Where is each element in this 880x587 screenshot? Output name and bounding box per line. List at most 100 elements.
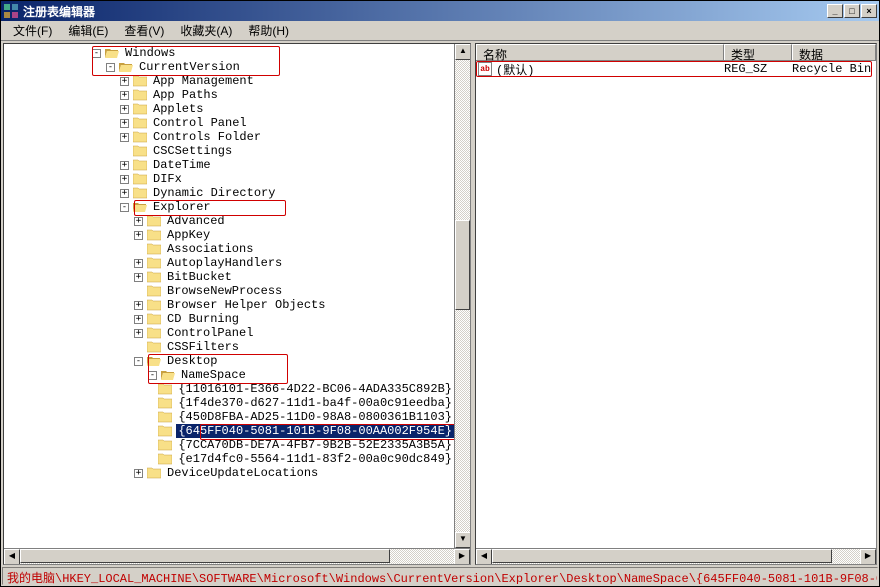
tree-item[interactable]: + CD Burning — [4, 312, 454, 326]
tree-label[interactable]: Controls Folder — [151, 130, 263, 144]
tree-label[interactable]: DeviceUpdateLocations — [165, 466, 320, 480]
tree-item[interactable]: + Dynamic Directory — [4, 186, 454, 200]
scroll-down-button[interactable]: ▼ — [455, 532, 470, 548]
tree-item[interactable]: {450D8FBA-AD25-11D0-98A8-0800361B1103} — [4, 410, 454, 424]
collapse-toggle[interactable]: - — [106, 63, 115, 72]
tree-label[interactable]: Browser Helper Objects — [165, 298, 327, 312]
tree-label[interactable]: DateTime — [151, 158, 213, 172]
tree-item[interactable]: + Control Panel — [4, 116, 454, 130]
expand-toggle[interactable]: + — [134, 329, 143, 338]
expand-toggle[interactable]: + — [134, 259, 143, 268]
scroll-right-button[interactable]: ▶ — [454, 549, 470, 565]
close-button[interactable]: × — [861, 4, 877, 18]
expand-toggle[interactable]: + — [120, 175, 129, 184]
tree-item[interactable]: {11016101-E366-4D22-BC06-4ADA335C892B} — [4, 382, 454, 396]
tree-label[interactable]: Applets — [151, 102, 205, 116]
tree-label[interactable]: Desktop — [165, 354, 219, 368]
expand-toggle[interactable]: + — [120, 161, 129, 170]
tree-label[interactable]: {1f4de370-d627-11d1-ba4f-00a0c91eedba} — [176, 396, 454, 410]
scroll-left-button[interactable]: ◀ — [4, 549, 20, 565]
tree-item[interactable]: +Applets — [4, 102, 454, 116]
tree-item[interactable]: - Desktop — [4, 354, 454, 368]
tree-scrollbar-v[interactable]: ▲ ▼ — [454, 44, 470, 548]
tree-label[interactable]: NameSpace — [179, 368, 248, 382]
scroll-left-button[interactable]: ◀ — [476, 549, 492, 565]
tree-scrollbar-h[interactable]: ◀ ▶ — [4, 548, 470, 564]
collapse-toggle[interactable]: - — [134, 357, 143, 366]
values-scrollbar-h[interactable]: ◀ ▶ — [476, 548, 876, 564]
menu-favorites[interactable]: 收藏夹(A) — [172, 20, 240, 41]
tree-label[interactable]: CSSFilters — [165, 340, 241, 354]
col-type[interactable]: 类型 — [724, 44, 792, 60]
tree-item[interactable]: {e17d4fc0-5564-11d1-83f2-00a0c90dc849} — [4, 452, 454, 466]
scroll-right-button[interactable]: ▶ — [860, 549, 876, 565]
col-data[interactable]: 数据 — [792, 44, 876, 60]
tree-label[interactable]: CurrentVersion — [137, 60, 242, 74]
tree-item[interactable]: + App Paths — [4, 88, 454, 102]
tree-item[interactable]: CSCSettings — [4, 144, 454, 158]
tree-label[interactable]: {e17d4fc0-5564-11d1-83f2-00a0c90dc849} — [176, 452, 454, 466]
tree-item[interactable]: + Controls Folder — [4, 130, 454, 144]
tree-label[interactable]: Advanced — [165, 214, 227, 228]
tree-scroll[interactable]: -Windows-CurrentVersion+App Management+A… — [4, 44, 454, 548]
scroll-thumb-v[interactable] — [455, 220, 470, 310]
expand-toggle[interactable]: + — [134, 231, 143, 240]
tree-item[interactable]: BrowseNewProcess — [4, 284, 454, 298]
tree-label[interactable]: Control Panel — [151, 116, 249, 130]
menu-view[interactable]: 查看(V) — [116, 20, 172, 41]
tree-label[interactable]: Dynamic Directory — [151, 186, 277, 200]
menu-help[interactable]: 帮助(H) — [240, 20, 297, 41]
tree-item[interactable]: {7CCA70DB-DE7A-4FB7-9B2B-52E2335A3B5A} — [4, 438, 454, 452]
collapse-toggle[interactable]: - — [120, 203, 129, 212]
tree-label[interactable]: App Paths — [151, 88, 220, 102]
tree-item[interactable]: + DateTime — [4, 158, 454, 172]
tree-item[interactable]: + DeviceUpdateLocations — [4, 466, 454, 480]
scroll-thumb-h[interactable] — [20, 549, 390, 563]
tree-label[interactable]: BrowseNewProcess — [165, 284, 284, 298]
tree-label[interactable]: {7CCA70DB-DE7A-4FB7-9B2B-52E2335A3B5A} — [176, 438, 454, 452]
tree-item[interactable]: CSSFilters — [4, 340, 454, 354]
expand-toggle[interactable]: + — [120, 77, 129, 86]
col-name[interactable]: 名称 — [476, 44, 724, 60]
expand-toggle[interactable]: + — [134, 315, 143, 324]
tree-item[interactable]: + App Management — [4, 74, 454, 88]
tree-item[interactable]: + DIFx — [4, 172, 454, 186]
tree-item[interactable]: + AutoplayHandlers — [4, 256, 454, 270]
collapse-toggle[interactable]: - — [92, 49, 101, 58]
tree-item[interactable]: - Explorer — [4, 200, 454, 214]
tree-label[interactable]: Explorer — [151, 200, 213, 214]
tree-label[interactable]: BitBucket — [165, 270, 234, 284]
collapse-toggle[interactable]: - — [148, 371, 157, 380]
tree-label[interactable]: AutoplayHandlers — [165, 256, 284, 270]
expand-toggle[interactable]: + — [120, 133, 129, 142]
tree-label[interactable]: CD Burning — [165, 312, 241, 326]
values-body[interactable]: ab(默认)REG_SZRecycle Bin — [476, 61, 876, 548]
menu-file[interactable]: 文件(F) — [5, 20, 60, 41]
tree-label[interactable]: Windows — [123, 46, 177, 60]
tree-label[interactable]: AppKey — [165, 228, 212, 242]
tree-item[interactable]: - NameSpace — [4, 368, 454, 382]
scroll-thumb-h[interactable] — [492, 549, 832, 563]
scroll-up-button[interactable]: ▲ — [455, 44, 470, 60]
tree-label[interactable]: DIFx — [151, 172, 184, 186]
value-row[interactable]: ab(默认)REG_SZRecycle Bin — [476, 61, 876, 77]
tree-label[interactable]: {450D8FBA-AD25-11D0-98A8-0800361B1103} — [176, 410, 454, 424]
menu-edit[interactable]: 编辑(E) — [60, 20, 116, 41]
tree-label[interactable]: {645FF040-5081-101B-9F08-00AA002F954E} — [176, 424, 454, 438]
tree-label[interactable]: App Management — [151, 74, 256, 88]
tree-item[interactable]: {645FF040-5081-101B-9F08-00AA002F954E} — [4, 424, 454, 438]
tree-label[interactable]: CSCSettings — [151, 144, 234, 158]
tree-item[interactable]: - CurrentVersion — [4, 60, 454, 74]
tree-item[interactable]: {1f4de370-d627-11d1-ba4f-00a0c91eedba} — [4, 396, 454, 410]
tree-item[interactable]: +ControlPanel — [4, 326, 454, 340]
expand-toggle[interactable]: + — [120, 119, 129, 128]
tree-label[interactable]: {11016101-E366-4D22-BC06-4ADA335C892B} — [176, 382, 454, 396]
expand-toggle[interactable]: + — [134, 469, 143, 478]
expand-toggle[interactable]: + — [120, 189, 129, 198]
expand-toggle[interactable]: + — [120, 91, 129, 100]
minimize-button[interactable]: _ — [827, 4, 843, 18]
expand-toggle[interactable]: + — [134, 217, 143, 226]
tree-item[interactable]: - Windows — [4, 46, 454, 60]
tree-item[interactable]: + Advanced — [4, 214, 454, 228]
tree-item[interactable]: + AppKey — [4, 228, 454, 242]
